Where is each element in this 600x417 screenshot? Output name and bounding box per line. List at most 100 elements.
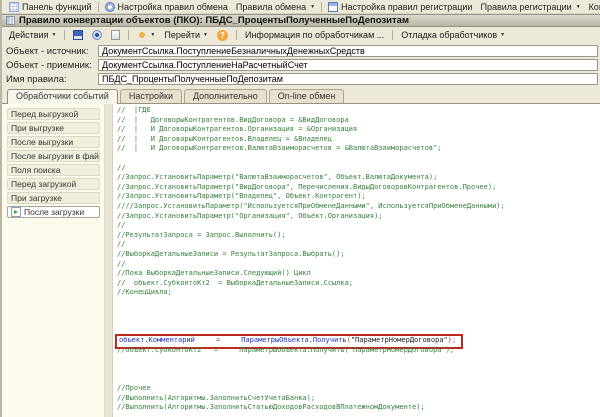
view-icon[interactable]	[89, 28, 105, 42]
code-line	[117, 307, 600, 317]
code-line: //	[117, 164, 600, 174]
sidebar-item-7[interactable]: При загрузке	[7, 192, 100, 204]
sidebar-item-5[interactable]: Поля поиска	[7, 164, 100, 176]
sidebar-item-2[interactable]: При выгрузке	[7, 122, 100, 134]
sidebar-item-1[interactable]: Перед выгрузкой	[7, 108, 100, 120]
code-token: ПараметрыОбъекта.Получить	[241, 336, 346, 344]
code-line: //объект.СубконтоКт2 = ПараметрыОбъекта.…	[117, 346, 600, 356]
handlers-debug-button[interactable]: Отладка обработчиков▼	[398, 28, 508, 42]
target-object-label: Объект - приемник:	[6, 60, 98, 71]
menu-registration-rules[interactable]: Правила регистрации ▼	[476, 1, 584, 13]
source-object-input[interactable]	[98, 45, 598, 57]
menu-registration-rules-settings[interactable]: Настройка правил регистрации	[324, 1, 476, 13]
window-title-bar: Правило конвертации объектов (ПКО): ПБДС…	[2, 14, 600, 27]
rule-name-input[interactable]	[98, 73, 598, 85]
actions-button-label: Действия	[9, 30, 48, 40]
code-line: //Запрос.УстановитьПараметр("Организация…	[117, 212, 600, 222]
rule-name-row: Имя правила:	[6, 73, 598, 85]
separator	[392, 30, 393, 40]
dropdown-arrow-icon: ▼	[576, 4, 581, 10]
code-line: //Запрос.УстановитьПараметр("Владелец", …	[117, 192, 600, 202]
menu-configurations[interactable]: Конфигурации▼	[585, 1, 600, 13]
handlers-info-button-label: Информация по обработчикам ...	[245, 30, 384, 40]
code-line: // |ГДЕ	[117, 106, 600, 116]
menu-exchange-rules-label: Правила обмена	[236, 2, 306, 12]
dropdown-arrow-icon: ▼	[51, 32, 56, 38]
tab-content: Перед выгрузкой При выгрузке После выгрузк…	[2, 104, 600, 417]
tab-4[interactable]: On-line обмен	[269, 89, 345, 103]
goto-button-label: Перейти	[164, 30, 200, 40]
menu-functions-panel[interactable]: Панель функций	[5, 1, 96, 13]
sidebar-item-label: После выгрузки в файл	[11, 151, 100, 161]
code-line: объект.Комментарий = ПараметрыОбъекта.По…	[117, 336, 600, 346]
code-line: //РезультатЗапроса = Запрос.Выполнить();	[117, 231, 600, 241]
splitter[interactable]	[105, 104, 113, 417]
save-icon[interactable]	[70, 28, 86, 42]
code-line: // | И ДоговорыКонтрагентов.ВалютаВзаимо…	[117, 144, 600, 154]
filter-icon	[137, 30, 147, 40]
window-icon	[6, 16, 15, 25]
sidebar-item-3[interactable]: После выгрузки	[7, 136, 100, 148]
code-editor[interactable]: // |ГДЕ// | ДоговорыКонтрагентов.ВидДого…	[113, 104, 600, 417]
help-icon: ?	[217, 30, 228, 41]
code-line	[117, 298, 600, 308]
dropdown-arrow-icon: ▼	[150, 32, 155, 38]
code-line: //	[117, 240, 600, 250]
tab-3[interactable]: Дополнительно	[184, 89, 267, 103]
menu-exchange-rules[interactable]: Правила обмена▼	[232, 1, 319, 13]
code-line: ////Запрос.УстановитьПараметр("Используе…	[117, 202, 600, 212]
sidebar-item-label: Перед выгрузкой	[11, 109, 78, 119]
source-object-label: Объект - источник:	[6, 46, 98, 57]
target-object-input[interactable]	[98, 59, 598, 71]
event-handlers-list: Перед выгрузкой При выгрузке После выгрузк…	[2, 104, 105, 417]
separator	[98, 2, 99, 12]
sidebar-item-label: После выгрузки	[11, 137, 73, 147]
code-line: // | И ДоговорыКонтрагентов.Организация …	[117, 125, 600, 135]
code-line: //Выполнить(Алгоритмы.ЗаполнитьСтатьюДох…	[117, 403, 600, 413]
conversion-rule-window: Панель функцийНастройка правил обменаПра…	[0, 0, 600, 417]
load-after-icon	[11, 207, 21, 217]
sidebar-item-4[interactable]: После выгрузки в файл	[7, 150, 100, 162]
handlers-debug-button-label: Отладка обработчиков	[401, 30, 497, 40]
actions-button[interactable]: Действия▼	[6, 28, 59, 42]
code-line: // объект.СубконтоКт2 = ВыборкаДетальные…	[117, 279, 600, 289]
sidebar-item-6[interactable]: Перед загрузкой	[7, 178, 100, 190]
refresh-icon[interactable]	[108, 28, 123, 42]
menu-configurations-label: Конфигурации	[589, 2, 600, 12]
sidebar-item-label: Поля поиска	[11, 165, 61, 175]
code-line: //	[117, 221, 600, 231]
handlers-info-button[interactable]: Информация по обработчикам ...	[242, 28, 387, 42]
code-line	[117, 317, 600, 327]
menu-exchange-rules-settings[interactable]: Настройка правил обмена	[101, 1, 232, 13]
view-icon	[92, 30, 102, 40]
help-icon[interactable]: ?	[214, 28, 231, 42]
code-token: );	[448, 336, 456, 344]
sidebar-item-8[interactable]: После загрузки	[7, 206, 100, 218]
registration-settings-icon	[328, 2, 338, 12]
target-object-row: Объект - приемник:	[6, 59, 598, 71]
menu-functions-panel-label: Панель функций	[22, 2, 92, 12]
code-line: // | И ДоговорыКонтрагентов.Владелец = &…	[117, 135, 600, 145]
code-token: объект.Комментарий	[119, 336, 195, 344]
exchange-settings-icon	[105, 2, 115, 12]
save-icon	[73, 30, 83, 40]
tab-1[interactable]: Обработчики событий	[7, 89, 118, 104]
code-line: //Прочее	[117, 384, 600, 394]
code-line	[117, 365, 600, 375]
refresh-icon	[111, 30, 120, 40]
separator	[321, 2, 322, 12]
sidebar-item-label: После загрузки	[24, 207, 84, 217]
code-token	[220, 336, 241, 344]
goto-button[interactable]: Перейти▼	[161, 28, 211, 42]
code-line: //Запрос.УстановитьПараметр("ВидДоговора…	[117, 183, 600, 193]
code-line: //ВыборкаДетальныеЗаписи = РезультатЗапр…	[117, 250, 600, 260]
separator	[236, 30, 237, 40]
dropdown-arrow-icon: ▼	[203, 32, 208, 38]
tab-2[interactable]: Настройки	[120, 89, 182, 103]
filter-icon[interactable]: ▼	[134, 28, 158, 42]
menu-registration-rules-label: Правила регистрации	[480, 2, 571, 12]
functions-panel-icon	[9, 2, 19, 12]
toolbar: Действия▼▼Перейти▼?Информация по обработ…	[2, 27, 600, 43]
source-object-row: Объект - источник:	[6, 45, 598, 57]
sidebar-item-label: При загрузке	[11, 193, 62, 203]
